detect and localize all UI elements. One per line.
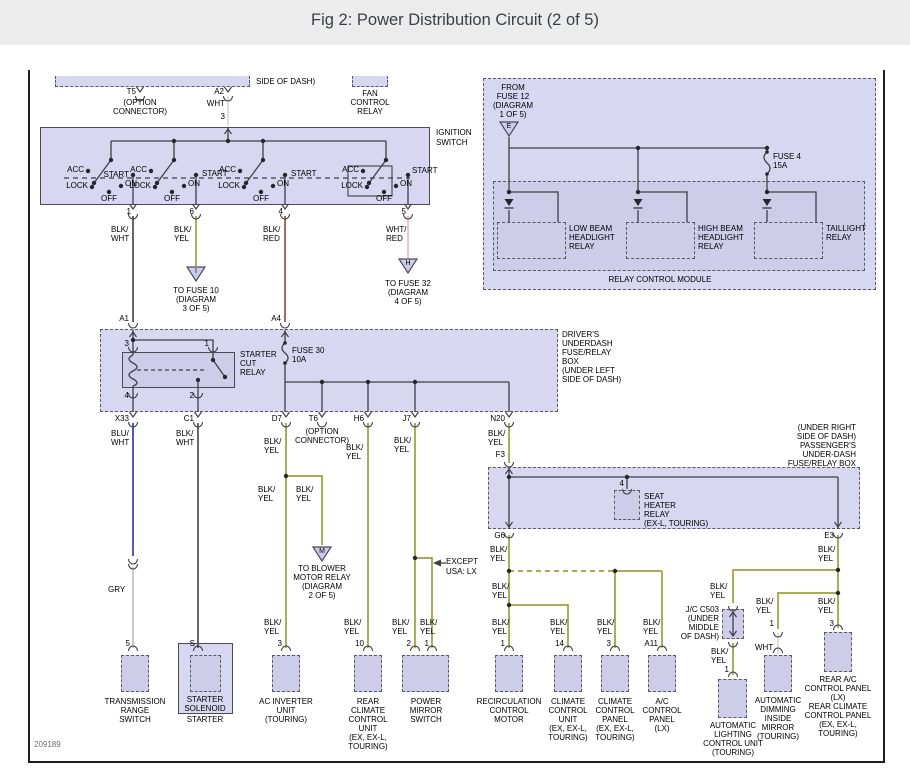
low-beam-headlight-relay-box [497, 222, 566, 259]
ac-control-panel-box [648, 655, 676, 692]
fan-control-relay-box [352, 76, 388, 87]
transmission-range-switch-box [121, 655, 149, 692]
climate-control-unit-box [554, 655, 582, 692]
rear-climate-control-unit-box [354, 655, 382, 692]
jc-c503-box [722, 609, 744, 639]
power-mirror-switch-box [402, 655, 449, 692]
auto-dimming-mirror-box [764, 655, 792, 692]
ignition-switch-box [40, 127, 430, 205]
ac-inverter-unit-box [272, 655, 300, 692]
recirculation-control-motor-box [495, 655, 523, 692]
passenger-underdash-fuse-relay-box [488, 467, 860, 529]
automatic-lighting-control-unit-box [718, 679, 747, 718]
climate-control-panel-box [601, 655, 629, 692]
dash-box-truncated [55, 76, 250, 87]
wiring-diagram-page: Fig 2: Power Distribution Circuit (2 of … [0, 0, 910, 777]
high-beam-headlight-relay-box [626, 222, 695, 259]
title-bar: Fig 2: Power Distribution Circuit (2 of … [0, 0, 910, 45]
starter-cut-relay-box [122, 352, 235, 388]
taillight-relay-box [754, 222, 823, 259]
seat-heater-relay-box [614, 490, 640, 520]
rear-ac-control-panel-box [824, 632, 852, 672]
starter-solenoid-box [190, 655, 221, 692]
page-title: Fig 2: Power Distribution Circuit (2 of … [311, 11, 599, 29]
